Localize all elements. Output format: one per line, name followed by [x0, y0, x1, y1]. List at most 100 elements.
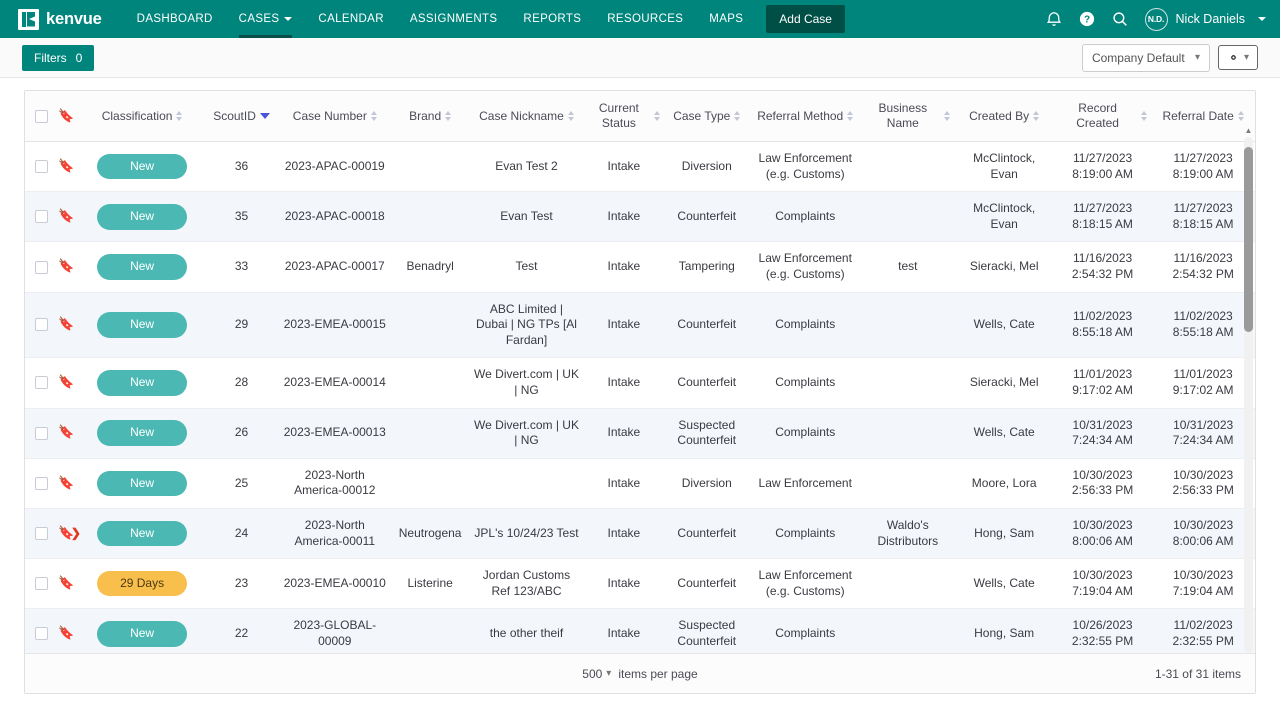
row-select-cell[interactable] [25, 458, 53, 508]
row-select-cell[interactable] [25, 508, 53, 558]
row-flag-cell[interactable]: 🔖 [53, 458, 80, 508]
table-row[interactable]: 🔖New292023-EMEA-00015ABC Limited | Dubai… [25, 292, 1255, 358]
row-checkbox[interactable] [35, 627, 48, 640]
table-row[interactable]: 🔖New262023-EMEA-00013We Divert.com | UK … [25, 408, 1255, 458]
table-row[interactable]: 🔖New362023-APAC-00019Evan Test 2IntakeDi… [25, 142, 1255, 192]
nav-item-cases[interactable]: CASES [226, 0, 306, 38]
row-checkbox[interactable] [35, 261, 48, 274]
bookmark-icon[interactable]: 🔖 [58, 475, 74, 490]
help-icon[interactable]: ? [1079, 11, 1095, 27]
nav-item-assignments[interactable]: ASSIGNMENTS [397, 0, 511, 38]
referral-method-cell: Complaints [749, 609, 861, 653]
row-checkbox[interactable] [35, 210, 48, 223]
bookmark-icon[interactable]: 🔖 [58, 575, 74, 590]
sort-icon[interactable] [847, 111, 853, 121]
row-checkbox[interactable] [35, 160, 48, 173]
column-header-referral-method[interactable]: Referral Method [749, 91, 861, 142]
nav-item-dashboard[interactable]: DASHBOARD [124, 0, 226, 38]
row-select-cell[interactable] [25, 358, 53, 408]
bookmark-icon[interactable]: 🔖 [58, 158, 74, 173]
column-header-case-number[interactable]: Case Number [279, 91, 391, 142]
table-row[interactable]: 🔖New252023-North America-00012IntakeDive… [25, 458, 1255, 508]
column-header-record-created[interactable]: Record Created [1054, 91, 1151, 142]
nav-item-maps[interactable]: MAPS [696, 0, 756, 38]
column-header-business-name[interactable]: Business Name [861, 91, 954, 142]
filters-button[interactable]: Filters 0 [22, 45, 94, 71]
vertical-scrollbar[interactable]: ▲ ▼ [1244, 137, 1253, 653]
table-row[interactable]: 🔖New282023-EMEA-00014We Divert.com | UK … [25, 358, 1255, 408]
page-size-select[interactable]: 500 ▾ [582, 667, 611, 681]
sort-icon[interactable] [568, 111, 574, 121]
sort-icon[interactable] [445, 111, 451, 121]
row-checkbox[interactable] [35, 527, 48, 540]
row-flag-cell[interactable]: 🔖 [53, 192, 80, 242]
sort-icon[interactable] [1141, 111, 1147, 121]
grid-scroll-area[interactable]: 🔖 Classification ScoutID Case Number Bra… [25, 91, 1255, 653]
column-header-case-type[interactable]: Case Type [664, 91, 749, 142]
row-flag-cell[interactable]: 🔖 [53, 292, 80, 358]
row-select-cell[interactable] [25, 192, 53, 242]
settings-button[interactable]: ▾ [1218, 45, 1258, 70]
view-select[interactable]: Company Default ▾ [1082, 44, 1210, 72]
row-flag-cell[interactable]: 🔖 [53, 142, 80, 192]
select-all-header[interactable] [25, 91, 53, 142]
row-checkbox[interactable] [35, 318, 48, 331]
row-checkbox[interactable] [35, 427, 48, 440]
nav-item-calendar[interactable]: CALENDAR [305, 0, 396, 38]
row-checkbox[interactable] [35, 477, 48, 490]
column-header-scoutid[interactable]: ScoutID [204, 91, 279, 142]
sort-icon[interactable] [654, 111, 660, 121]
bookmark-icon[interactable]: 🔖 [58, 625, 74, 640]
user-menu[interactable]: N.D. Nick Daniels [1145, 8, 1266, 31]
row-flag-cell[interactable]: 🔖 [53, 408, 80, 458]
bookmark-icon[interactable]: 🔖 [58, 316, 74, 331]
row-select-cell[interactable] [25, 408, 53, 458]
nav-item-reports[interactable]: REPORTS [510, 0, 594, 38]
row-select-cell[interactable] [25, 609, 53, 653]
column-header-current-status[interactable]: Current Status [583, 91, 664, 142]
sort-icon[interactable] [176, 111, 182, 121]
scroll-up-icon[interactable]: ▲ [1244, 127, 1253, 135]
row-flag-cell[interactable]: 🔖❯ [53, 508, 80, 558]
case-nickname-cell: Evan Test 2 [470, 142, 584, 192]
row-select-cell[interactable] [25, 142, 53, 192]
table-row[interactable]: 🔖New352023-APAC-00018Evan TestIntakeCoun… [25, 192, 1255, 242]
column-header-case-nickname[interactable]: Case Nickname [470, 91, 584, 142]
row-flag-cell[interactable]: 🔖 [53, 609, 80, 653]
row-checkbox[interactable] [35, 577, 48, 590]
bookmark-icon[interactable]: 🔖 [58, 208, 74, 223]
bookmark-icon[interactable]: 🔖 [58, 424, 74, 439]
row-select-cell[interactable] [25, 242, 53, 292]
scrollbar-thumb[interactable] [1244, 147, 1253, 332]
row-select-cell[interactable] [25, 559, 53, 609]
row-flag-cell[interactable]: 🔖 [53, 358, 80, 408]
table-row[interactable]: 🔖New222023-GLOBAL-00009the other theifIn… [25, 609, 1255, 653]
sort-icon[interactable] [944, 111, 950, 121]
bell-icon[interactable] [1046, 11, 1062, 28]
add-case-button[interactable]: Add Case [766, 5, 845, 33]
nav-item-resources[interactable]: RESOURCES [594, 0, 696, 38]
column-header-classification[interactable]: Classification [80, 91, 204, 142]
sort-desc-icon[interactable] [260, 113, 270, 119]
sort-icon[interactable] [1238, 111, 1244, 121]
sort-icon[interactable] [734, 111, 740, 121]
column-header-referral-date[interactable]: Referral Date [1151, 91, 1255, 142]
column-header-created-by[interactable]: Created By [954, 91, 1053, 142]
sort-icon[interactable] [1033, 111, 1039, 121]
row-flag-cell[interactable]: 🔖 [53, 559, 80, 609]
search-icon[interactable] [1112, 11, 1128, 27]
brand-logo[interactable]: kenvue [18, 9, 102, 30]
select-all-checkbox[interactable] [35, 110, 48, 123]
flag-header[interactable]: 🔖 [53, 91, 80, 142]
bookmark-icon[interactable]: 🔖 [58, 258, 74, 273]
table-row[interactable]: 🔖❯New242023-North America-00011Neutrogen… [25, 508, 1255, 558]
table-row[interactable]: 🔖29 Days232023-EMEA-00010ListerineJordan… [25, 559, 1255, 609]
row-flag-cell[interactable]: 🔖 [53, 242, 80, 292]
table-row[interactable]: 🔖New332023-APAC-00017BenadrylTestIntakeT… [25, 242, 1255, 292]
row-checkbox[interactable] [35, 376, 48, 389]
expand-row-icon[interactable]: ❯ [71, 526, 81, 538]
bookmark-icon[interactable]: 🔖 [58, 374, 74, 389]
sort-icon[interactable] [371, 111, 377, 121]
column-header-brand[interactable]: Brand [391, 91, 470, 142]
row-select-cell[interactable] [25, 292, 53, 358]
